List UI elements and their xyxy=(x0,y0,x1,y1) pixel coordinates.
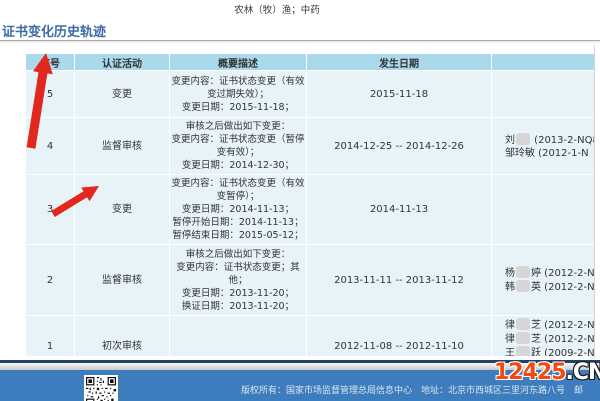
summary-cell xyxy=(170,316,307,357)
table-row: 3变更变更内容：证书状态变更（有效变暂停）；变更日期：2014-11-13；暂停… xyxy=(26,175,596,245)
auditors-cell xyxy=(492,175,596,245)
auditor-cert-number: 芝 (2012-2-NQ8 xyxy=(531,320,595,331)
footer: 版权所有：国家市场监督管理总局信息中心 地址：北京市西城区三里河东路八号 邮 1… xyxy=(0,360,600,401)
date-cell: 2015-11-18 xyxy=(307,71,492,118)
auditors-cell: 杨 婷 (2012-2-NQ 韩 英 (2012-2-NQ xyxy=(492,245,596,316)
auditor-name-prefix: 律 xyxy=(505,320,515,331)
auditor-name-prefix: 律 xyxy=(505,334,515,345)
auditor-cert-number: (2013-2-NQ8 xyxy=(531,135,595,146)
column-header: 认证活动 xyxy=(75,54,170,71)
column-header: 序号 xyxy=(26,54,75,71)
summary-line: 变更日期：2015-11-18； xyxy=(170,101,306,114)
category-text: 农林（牧）渔；中药 xyxy=(0,2,554,16)
column-header: 发生日期 xyxy=(307,54,492,71)
redaction-box xyxy=(516,318,530,330)
column-header xyxy=(492,54,596,71)
redaction-box xyxy=(516,280,530,292)
summary-cell: 审核之后做出如下变更：变更内容：证书状态变更（暂停变有效）；变更日期：2014-… xyxy=(170,118,307,175)
site-logo-number: 12425 xyxy=(494,360,566,385)
auditor-line: 刘 (2013-2-NQ8 xyxy=(505,133,595,147)
auditor-line: 杨 婷 (2012-2-NQ xyxy=(505,266,595,280)
redaction-box xyxy=(516,133,530,145)
auditor-name-prefix: 邹玲敏 xyxy=(505,148,535,159)
summary-line: 变更内容：证书状态变更（有效 xyxy=(170,75,306,88)
table-row: 1初次审核2012-11-08 -- 2012-11-10律芝 (2012-2-… xyxy=(26,316,596,357)
redaction-box xyxy=(516,266,530,278)
auditor-name-prefix: 王 xyxy=(505,348,515,356)
auditor-line: 律 芝 (2012-2-NQ8 xyxy=(505,318,595,332)
date-cell: 2013-11-11 -- 2013-11-12 xyxy=(307,245,492,316)
auditor-line: 律 芝 (2012-2-NQ8 xyxy=(505,332,595,346)
auditors-cell xyxy=(492,71,596,118)
table-body: 5变更变更内容：证书状态变更（有效变过期失效）；变更日期：2015-11-18；… xyxy=(26,71,596,357)
summary-line: 变更日期：2014-11-13； xyxy=(170,203,306,216)
auditor-cert-number: (2012-1-N xyxy=(535,148,589,159)
summary-line: 变过期失效）； xyxy=(170,88,306,101)
summary-cell: 变更内容：证书状态变更（有效变过期失效）；变更日期：2015-11-18； xyxy=(170,71,307,118)
redaction-box xyxy=(516,346,530,356)
summary-line: 他； xyxy=(170,274,306,287)
activity-cell: 监督审核 xyxy=(75,245,170,316)
page-edge-line xyxy=(594,45,595,358)
divider xyxy=(0,40,600,43)
seq-cell: 4 xyxy=(26,118,75,175)
site-logo[interactable]: 12425.CN xyxy=(494,361,600,385)
summary-line: 变有效）； xyxy=(170,146,306,159)
summary-line: 变更日期：2013-11-20； xyxy=(170,287,306,300)
activity-cell: 初次审核 xyxy=(75,316,170,357)
auditor-name-prefix: 杨 xyxy=(505,268,515,279)
auditor-cert-number: 英 (2012-2-NQ xyxy=(531,282,595,293)
summary-line: 换证日期：2013-11-20； xyxy=(170,300,306,313)
table-header: 序号认证活动概要描述发生日期 xyxy=(26,54,596,71)
seq-cell: 3 xyxy=(26,175,75,245)
summary-cell: 审核之后做出如下变更：变更内容：证书状态变更；其他；变更日期：2013-11-2… xyxy=(170,245,307,316)
history-table: 序号认证活动概要描述发生日期 5变更变更内容：证书状态变更（有效变过期失效）；变… xyxy=(25,53,595,356)
auditors-cell: 律芝 (2012-2-NQ8律芝 (2012-2-NQ8王跃 (2009-2-N… xyxy=(492,316,596,357)
summary-line: 审核之后做出如下变更： xyxy=(170,248,306,261)
summary-line: 变更内容：证书状态变更；其 xyxy=(170,261,306,274)
qr-code xyxy=(84,375,118,401)
auditor-name-prefix: 韩 xyxy=(505,282,515,293)
auditor-cert-number: 芝 (2012-2-NQ8 xyxy=(531,334,595,345)
summary-line: 变更日期：2014-12-30； xyxy=(170,159,306,172)
redaction-box xyxy=(516,332,530,344)
page-title: 证书变化历史轨迹 xyxy=(2,21,106,40)
seq-cell: 2 xyxy=(26,245,75,316)
summary-line: 变暂停）； xyxy=(170,190,306,203)
date-cell: 2014-11-13 xyxy=(307,175,492,245)
date-cell: 2012-11-08 -- 2012-11-10 xyxy=(307,316,492,357)
auditor-cert-number: 婷 (2012-2-NQ xyxy=(531,268,595,279)
auditor-name-prefix: 刘 xyxy=(505,135,515,146)
summary-cell: 变更内容：证书状态变更（有效变暂停）；变更日期：2014-11-13；暂停开始日… xyxy=(170,175,307,245)
seq-cell: 5 xyxy=(26,71,75,118)
summary-line: 变更内容：证书状态变更（暂停 xyxy=(170,133,306,146)
site-logo-suffix: .CN xyxy=(566,360,600,385)
auditor-line: 邹玲敏 (2012-1-N xyxy=(505,147,595,160)
summary-line: 变更内容：证书状态变更（有效 xyxy=(170,177,306,190)
date-cell: 2014-12-25 -- 2014-12-26 xyxy=(307,118,492,175)
header-row: 序号认证活动概要描述发生日期 xyxy=(26,54,596,71)
table-row: 4监督审核审核之后做出如下变更：变更内容：证书状态变更（暂停变有效）；变更日期：… xyxy=(26,118,596,175)
summary-line: 暂停开始日期：2014-11-13； xyxy=(170,216,306,229)
auditor-line: 韩 英 (2012-2-NQ xyxy=(505,280,595,294)
summary-line: 暂停结束日期：2015-05-12； xyxy=(170,229,306,242)
history-table-container: 序号认证活动概要描述发生日期 5变更变更内容：证书状态变更（有效变过期失效）；变… xyxy=(25,53,595,356)
table-row: 2监督审核审核之后做出如下变更：变更内容：证书状态变更；其他；变更日期：2013… xyxy=(26,245,596,316)
activity-cell: 监督审核 xyxy=(75,118,170,175)
auditor-cert-number: 跃 (2009-2-NQ8 xyxy=(531,348,595,356)
auditor-line: 王 跃 (2009-2-NQ8 xyxy=(505,346,595,356)
table-row: 5变更变更内容：证书状态变更（有效变过期失效）；变更日期：2015-11-18；… xyxy=(26,71,596,118)
summary-line: 审核之后做出如下变更： xyxy=(170,120,306,133)
seq-cell: 1 xyxy=(26,316,75,357)
column-header: 概要描述 xyxy=(170,54,307,71)
activity-cell: 变更 xyxy=(75,71,170,118)
auditors-cell: 刘 (2013-2-NQ8邹玲敏 (2012-1-N xyxy=(492,118,596,175)
activity-cell: 变更 xyxy=(75,175,170,245)
